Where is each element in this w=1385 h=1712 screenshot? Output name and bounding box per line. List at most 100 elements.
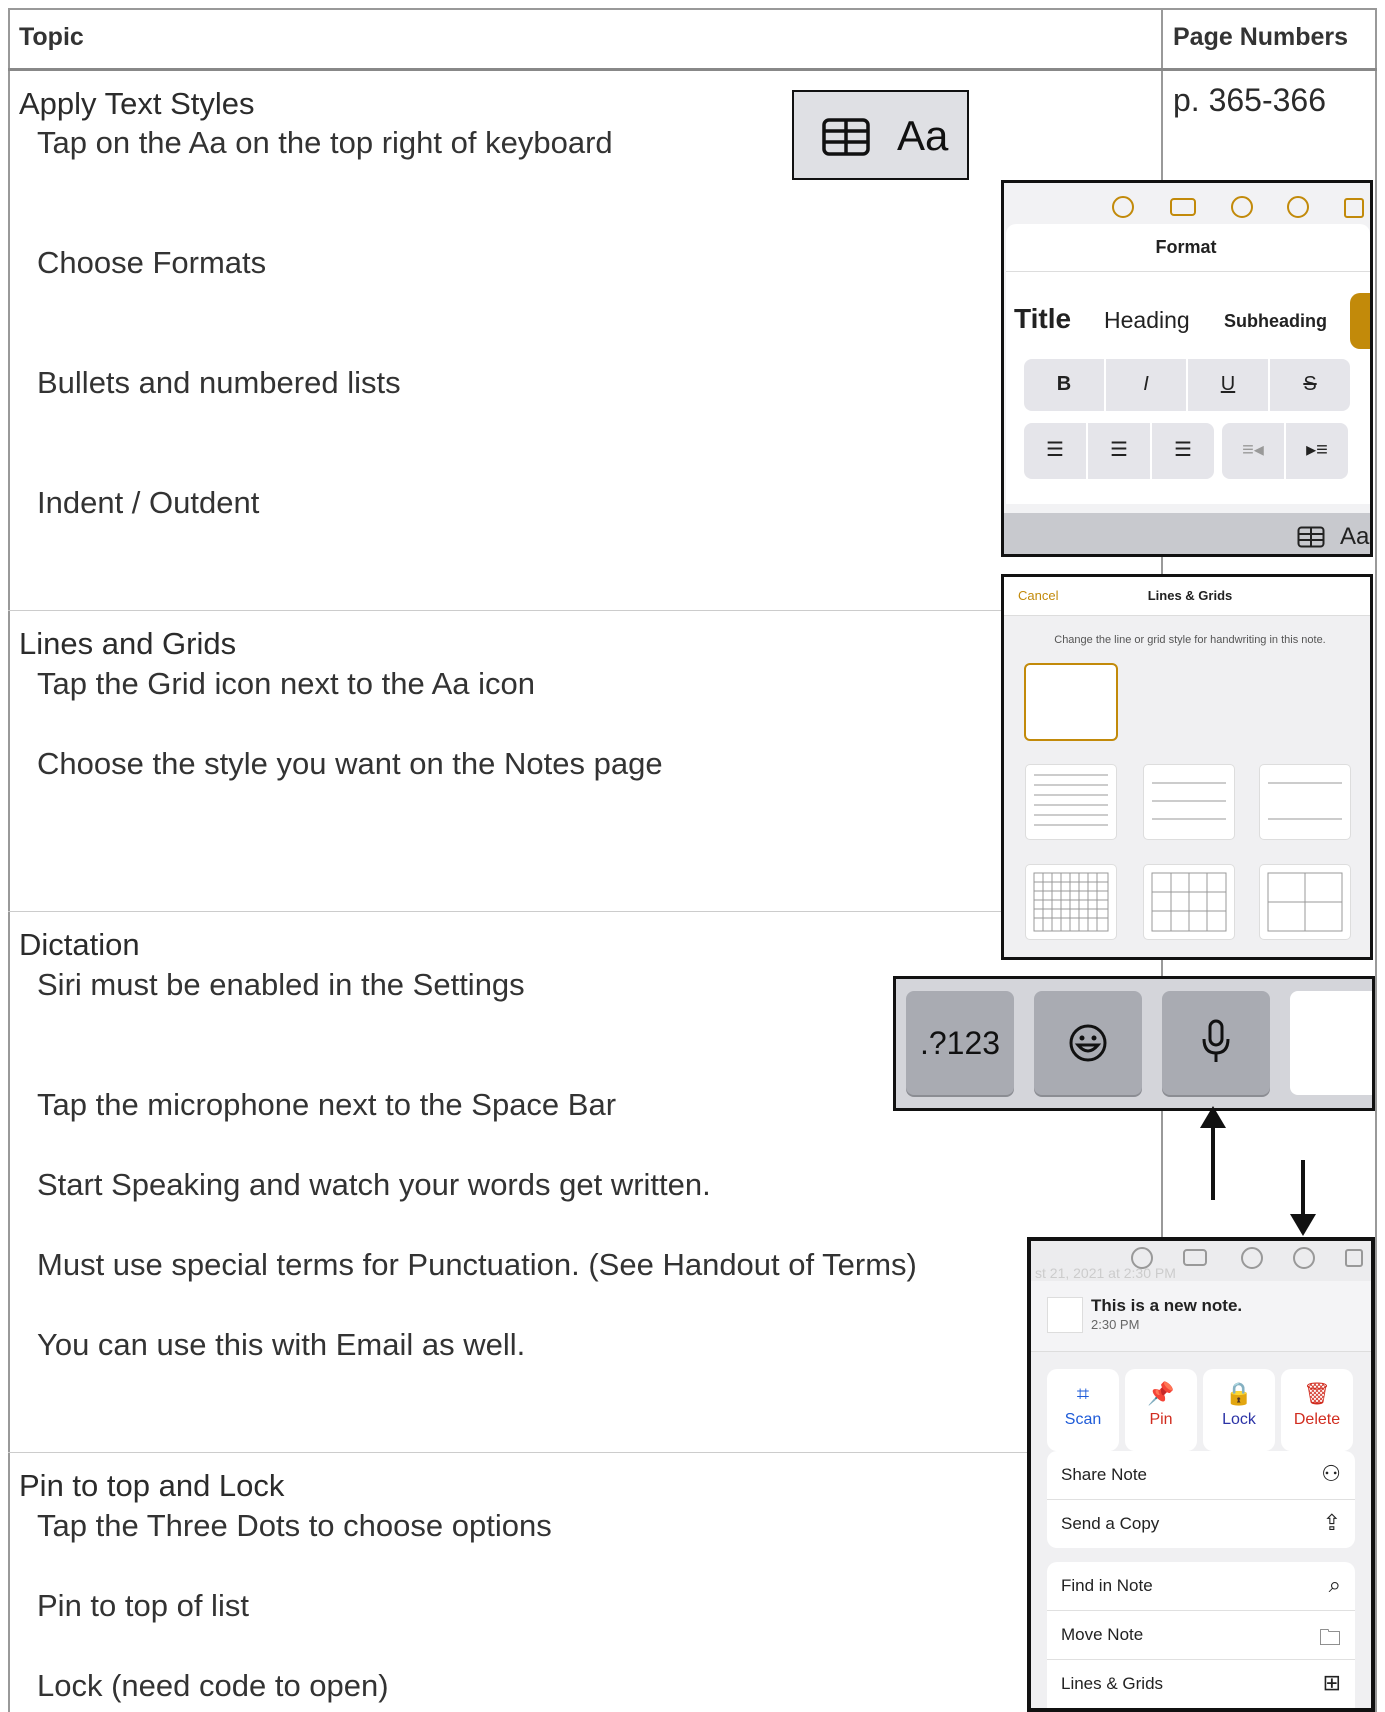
outdent-button[interactable]: ≡◂ [1222,423,1284,479]
lines-grids-description: Change the line or grid style for handwr… [1054,634,1326,646]
row-divider-2 [8,911,1163,912]
style-title[interactable]: Title [1014,303,1071,335]
compose-icon-gray[interactable] [1345,1249,1363,1267]
section-title-dictation: Dictation [19,927,140,962]
aa-label[interactable]: Aa [897,112,948,160]
style-body-tab[interactable] [1350,293,1370,349]
section-title-lines-grids: Lines and Grids [19,626,237,661]
delete-button[interactable]: 🗑 Delete [1281,1369,1353,1451]
find-in-note-row[interactable]: Find in Note ⌕ [1047,1562,1355,1611]
note-time: 2:30 PM [1091,1317,1140,1332]
format-title: Format [1155,237,1217,257]
lines-grids-title: Lines & Grids [1147,588,1233,603]
italic-button[interactable]: I [1106,359,1186,411]
section-title-pin-lock: Pin to top and Lock [19,1468,285,1503]
note-title: This is a new note. [1091,1296,1243,1315]
header-divider [8,68,1377,71]
aa-key-screenshot: Aa [792,90,969,180]
step-microphone: Tap the microphone next to the Space Bar [37,1087,617,1122]
step-bullets: Bullets and numbered lists [37,365,401,400]
pin-icon: 📌 [1147,1381,1175,1406]
format-panel-screenshot: Format Title Heading Subheading B I U S … [1001,180,1373,557]
step-punctuation: Must use special terms for Punctuation. … [37,1247,917,1282]
bold-button[interactable]: B [1024,359,1104,411]
checklist-icon-gray[interactable] [1131,1247,1153,1269]
send-copy-label: Send a Copy [1061,1514,1160,1533]
row-divider-1 [8,610,1163,611]
dash-list-icon: ☰ [1110,439,1128,461]
more-dots-icon[interactable] [1293,1247,1315,1269]
more-menu-screenshot: st 21, 2021 at 2:30 PM This is a new not… [1027,1237,1375,1712]
numbered-list-icon: ☰ [1174,439,1192,461]
style-large-grid[interactable] [1260,865,1350,939]
space-bar[interactable] [1290,991,1372,1095]
numbers-key-label: .?123 [919,1025,1001,1061]
pin-button[interactable]: 📌 Pin [1125,1369,1197,1451]
style-heading[interactable]: Heading [1104,307,1190,334]
share-icon: ⇪ [1322,1510,1341,1535]
share-note-label: Share Note [1061,1465,1147,1484]
arrow-down-to-dots [1290,1160,1316,1236]
step-start-speaking: Start Speaking and watch your words get … [37,1167,711,1202]
move-note-row[interactable]: Move Note 🗀 [1047,1611,1355,1660]
aa-small-label[interactable]: Aa [1340,523,1369,551]
compose-icon[interactable] [1344,198,1364,218]
italic-label: I [1143,373,1149,395]
numbered-list-button[interactable]: ☰ [1152,423,1214,479]
lock-icon: 🔒 [1225,1381,1253,1406]
dash-list-button[interactable]: ☰ [1088,423,1150,479]
arrow-up-to-mic [1200,1106,1226,1200]
step-indent: Indent / Outdent [37,485,260,520]
grid-icon: ⊞ [1322,1670,1341,1695]
faded-date: st 21, 2021 at 2:30 PM [1035,1265,1176,1281]
keyboard-screenshot: .?123 [893,976,1375,1111]
share-note-row[interactable]: Share Note ⚇ [1047,1451,1355,1500]
step-email: You can use this with Email as well. [37,1327,526,1362]
header-topic: Topic [19,23,84,51]
share-people-icon: ⚇ [1321,1461,1341,1486]
more-icon[interactable] [1287,196,1309,218]
style-blank[interactable] [1026,665,1116,739]
step-siri: Siri must be enabled in the Settings [37,967,525,1002]
header-page-numbers: Page Numbers [1173,23,1349,51]
camera-icon-gray[interactable] [1183,1249,1207,1266]
section-title-text-styles: Apply Text Styles [19,86,255,121]
indent-button[interactable]: ▸≡ [1286,423,1348,479]
checklist-icon[interactable] [1112,196,1134,218]
row-divider-3 [8,1452,1163,1453]
scan-label: Scan [1064,1411,1102,1428]
style-medium-grid[interactable] [1144,865,1234,939]
scan-button[interactable]: ⌗ Scan [1047,1369,1119,1451]
find-in-note-label: Find in Note [1061,1576,1153,1595]
strikethrough-button[interactable]: S [1270,359,1350,411]
table-border-top [8,8,1377,10]
step-choose-style: Choose the style you want on the Notes p… [37,746,663,781]
style-narrow-lines[interactable] [1026,765,1116,839]
move-note-label: Move Note [1061,1625,1144,1644]
underline-button[interactable]: U [1188,359,1268,411]
camera-icon[interactable] [1170,198,1196,216]
table-border-left [8,8,10,1712]
folder-icon: 🗀 [1318,1625,1341,1650]
style-small-grid[interactable] [1026,865,1116,939]
lines-grids-row[interactable]: Lines & Grids ⊞ [1047,1660,1355,1708]
delete-label: Delete [1293,1411,1341,1428]
lines-grids-screenshot: Cancel Lines & Grids Change the line or … [1001,574,1373,960]
strike-label: S [1303,373,1317,395]
step-pin-top: Pin to top of list [37,1588,249,1623]
table-grid-icon-small[interactable] [1297,526,1325,548]
lock-label: Lock [1222,1411,1256,1428]
bullet-list-button[interactable]: ☰ [1024,423,1086,479]
step-tap-aa: Tap on the Aa on the top right of keyboa… [37,125,613,160]
send-copy-row[interactable]: Send a Copy ⇪ [1047,1500,1355,1548]
trash-icon: 🗑 [1303,1381,1331,1406]
markup-icon[interactable] [1231,196,1253,218]
lock-button[interactable]: 🔒 Lock [1203,1369,1275,1451]
markup-icon-gray[interactable] [1241,1247,1263,1269]
underline-label: U [1220,373,1236,395]
style-subheading[interactable]: Subheading [1224,311,1327,332]
table-border-right [1375,8,1377,1712]
page-numbers-text-styles: p. 365-366 [1173,82,1327,118]
style-medium-lines[interactable] [1144,765,1234,839]
style-wide-lines[interactable] [1260,765,1350,839]
